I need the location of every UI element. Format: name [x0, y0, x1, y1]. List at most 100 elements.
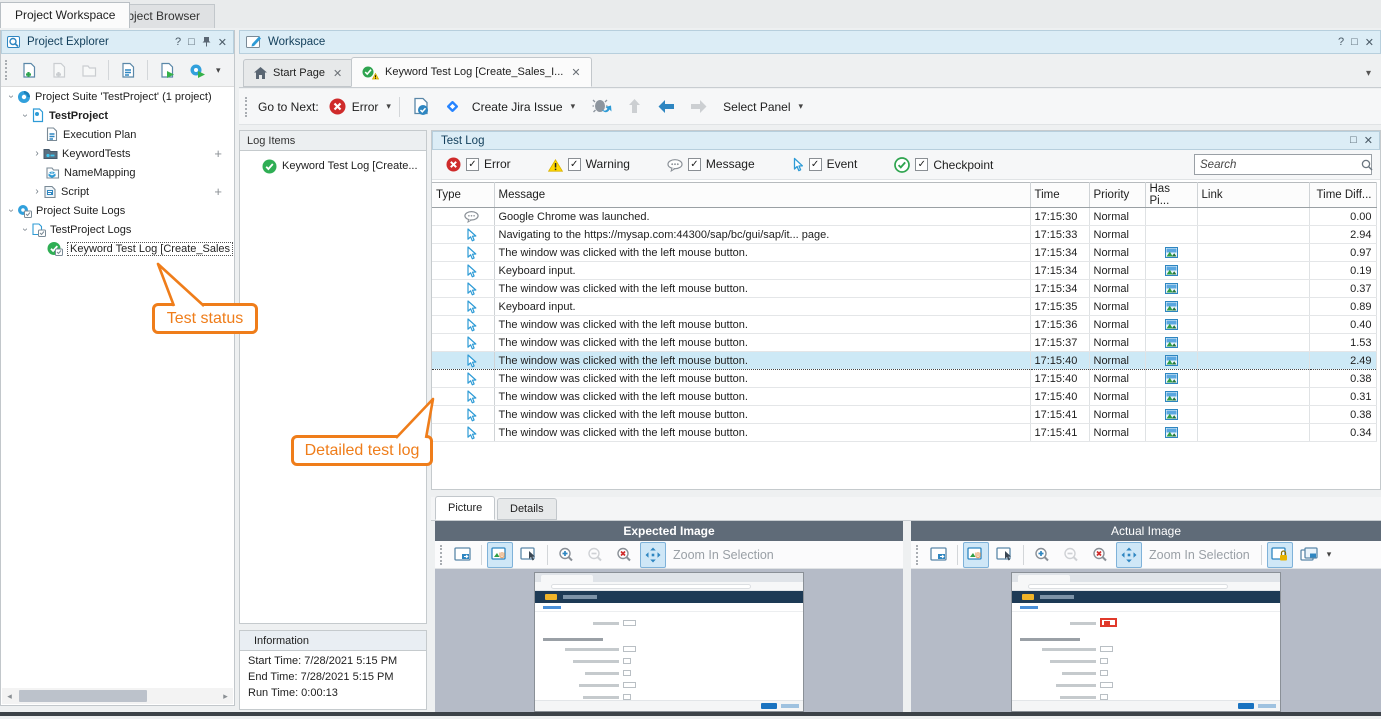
jira-dropdown-caret[interactable]: ▾: [571, 101, 576, 112]
create-issue-button[interactable]: [408, 94, 434, 120]
add-keyword-test-button[interactable]: +: [214, 146, 222, 161]
help-icon[interactable]: ?: [175, 36, 181, 49]
export-image-button[interactable]: [450, 542, 476, 568]
tab-start-page[interactable]: Start Page ✕: [243, 59, 353, 87]
close-tab-icon[interactable]: ✕: [571, 66, 580, 79]
log-row[interactable]: The window was clicked with the left mou…: [432, 406, 1376, 424]
go-back-button[interactable]: [653, 94, 679, 120]
go-forward-button[interactable]: [685, 94, 711, 120]
log-row[interactable]: The window was clicked with the left mou…: [432, 370, 1376, 388]
run-project-suite-button[interactable]: [184, 57, 210, 83]
log-row[interactable]: Keyboard input.17:15:34Normal0.19: [432, 262, 1376, 280]
chevron-icon[interactable]: ›: [20, 110, 31, 122]
tree-item-execution-plan[interactable]: Execution Plan: [1, 125, 234, 144]
expected-image-canvas[interactable]: [435, 569, 903, 712]
log-row[interactable]: The window was clicked with the left mou…: [432, 244, 1376, 262]
scroll-right-icon[interactable]: ▸: [218, 691, 233, 702]
search-input[interactable]: [1195, 159, 1356, 171]
select-panel-button[interactable]: Select Panel: [723, 100, 790, 114]
column-message[interactable]: Message: [494, 183, 1030, 208]
tab-project-workspace[interactable]: Project Workspace: [0, 2, 130, 28]
zoom-in-button[interactable]: [1029, 542, 1055, 568]
column-time-diff[interactable]: Time Diff...: [1309, 183, 1376, 208]
tree-item-project-suite[interactable]: › Project Suite 'TestProject' (1 project…: [1, 87, 234, 106]
log-row[interactable]: Navigating to the https://mysap.com:4430…: [432, 226, 1376, 244]
toolbar-grip[interactable]: [245, 97, 250, 117]
open-item-button[interactable]: [76, 57, 102, 83]
tab-picture[interactable]: Picture: [435, 496, 495, 520]
zoom-out-button[interactable]: [582, 542, 608, 568]
lock-views-button[interactable]: [1267, 542, 1293, 568]
event-checkbox[interactable]: ✓: [809, 158, 822, 171]
column-type[interactable]: Type: [432, 183, 494, 208]
zoom-reset-button[interactable]: [1087, 542, 1113, 568]
close-tab-icon[interactable]: ✕: [333, 67, 342, 80]
select-panel-caret[interactable]: ▾: [799, 101, 804, 112]
checkpoint-checkbox[interactable]: ✓: [915, 158, 928, 171]
log-row[interactable]: The window was clicked with the left mou…: [432, 316, 1376, 334]
tree-item-script[interactable]: › Script +: [1, 182, 234, 201]
execution-plan-button[interactable]: [115, 57, 141, 83]
message-checkbox[interactable]: ✓: [688, 158, 701, 171]
log-row[interactable]: Keyboard input.17:15:35Normal0.89: [432, 298, 1376, 316]
go-up-button[interactable]: [621, 94, 647, 120]
search-icon[interactable]: [1356, 158, 1378, 170]
go-to-next-error-button[interactable]: Error: [352, 100, 379, 114]
fit-image-button[interactable]: [1116, 542, 1142, 568]
scroll-left-icon[interactable]: ◂: [2, 691, 17, 702]
horizontal-scrollbar[interactable]: ◂ ▸: [2, 688, 233, 704]
zoom-in-button[interactable]: [553, 542, 579, 568]
log-row[interactable]: The window was clicked with the left mou…: [432, 334, 1376, 352]
report-bug-button[interactable]: [589, 94, 615, 120]
tree-item-testproject[interactable]: › TestProject: [1, 106, 234, 125]
tree-item-testproject-logs[interactable]: › TestProject Logs: [1, 220, 234, 239]
view-mode-caret[interactable]: ▾: [1327, 549, 1332, 560]
toolbar-grip[interactable]: [916, 545, 921, 565]
chevron-icon[interactable]: ›: [20, 224, 31, 236]
add-script-button[interactable]: +: [214, 184, 222, 199]
tree-item-namemapping[interactable]: NameMapping: [1, 163, 234, 182]
maximize-icon[interactable]: □: [1351, 36, 1358, 49]
zoom-reset-button[interactable]: [611, 542, 637, 568]
tab-details[interactable]: Details: [497, 498, 557, 520]
column-priority[interactable]: Priority: [1089, 183, 1145, 208]
pan-tool-button[interactable]: [963, 542, 989, 568]
actual-image-canvas[interactable]: [911, 569, 1381, 712]
close-icon[interactable]: ✕: [1364, 134, 1373, 147]
run-project-button[interactable]: [154, 57, 180, 83]
toolbar-grip[interactable]: [440, 545, 445, 565]
chevron-icon[interactable]: ›: [6, 205, 17, 217]
tree-item-keyword-test-log[interactable]: Keyword Test Log [Create_Sales: [1, 239, 234, 258]
tab-overflow-caret[interactable]: ▾: [1366, 68, 1371, 79]
chevron-icon[interactable]: ›: [31, 186, 43, 197]
tab-keyword-test-log[interactable]: Keyword Test Log [Create_Sales_I... ✕: [351, 57, 592, 87]
log-row[interactable]: The window was clicked with the left mou…: [432, 388, 1376, 406]
log-item[interactable]: Keyword Test Log [Create...: [240, 156, 426, 176]
column-has-picture[interactable]: Has Pi...: [1145, 183, 1197, 208]
close-icon[interactable]: ✕: [1365, 36, 1374, 49]
fit-image-button[interactable]: [640, 542, 666, 568]
pan-tool-button[interactable]: [487, 542, 513, 568]
help-icon[interactable]: ?: [1338, 36, 1344, 49]
column-link[interactable]: Link: [1197, 183, 1309, 208]
maximize-icon[interactable]: □: [188, 36, 195, 49]
maximize-icon[interactable]: □: [1350, 134, 1357, 147]
chevron-icon[interactable]: ›: [31, 148, 43, 159]
pin-icon[interactable]: [202, 36, 211, 49]
add-item-button[interactable]: [46, 57, 72, 83]
log-row[interactable]: The window was clicked with the left mou…: [432, 352, 1376, 370]
view-mode-button[interactable]: [1296, 542, 1322, 568]
scrollbar-thumb[interactable]: [19, 690, 147, 702]
tree-item-project-suite-logs[interactable]: › Project Suite Logs: [1, 201, 234, 220]
error-checkbox[interactable]: ✓: [466, 158, 479, 171]
log-row[interactable]: Google Chrome was launched.17:15:30Norma…: [432, 208, 1376, 226]
warning-checkbox[interactable]: ✓: [568, 158, 581, 171]
toolbar-grip[interactable]: [5, 60, 10, 80]
add-project-button[interactable]: [16, 57, 42, 83]
log-row[interactable]: The window was clicked with the left mou…: [432, 424, 1376, 442]
log-row[interactable]: The window was clicked with the left mou…: [432, 280, 1376, 298]
select-tool-button[interactable]: [516, 542, 542, 568]
close-icon[interactable]: ✕: [218, 36, 227, 49]
run-dropdown-caret[interactable]: ▾: [216, 65, 221, 76]
zoom-out-button[interactable]: [1058, 542, 1084, 568]
